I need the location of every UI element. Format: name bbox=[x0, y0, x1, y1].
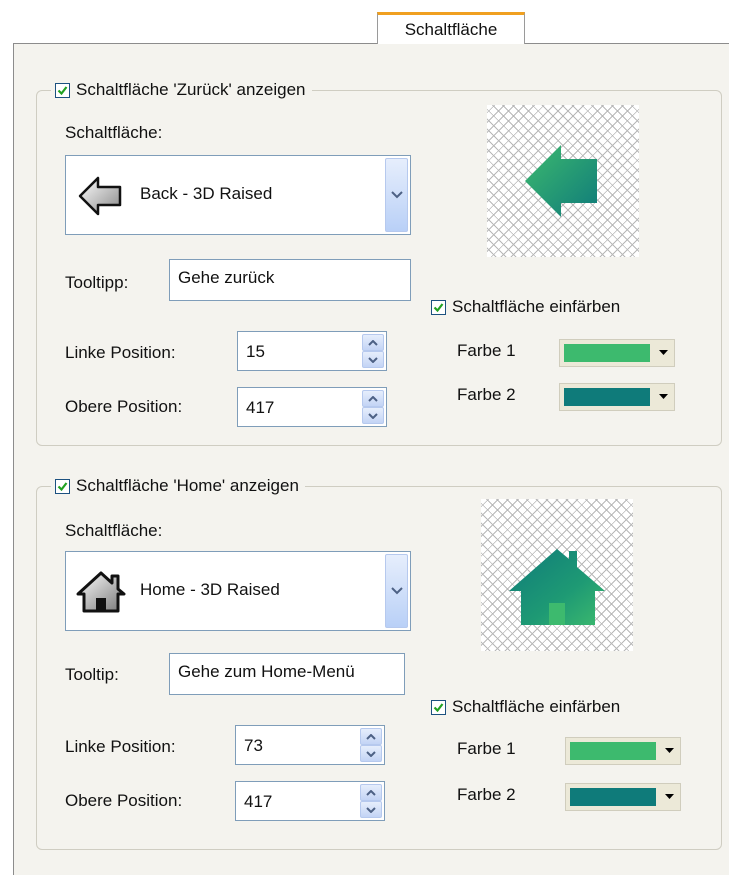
back-left-stepper[interactable]: 15 bbox=[237, 331, 387, 371]
back-tint-label: Schaltfläche einfärben bbox=[452, 297, 621, 316]
color2-swatch bbox=[564, 388, 650, 406]
back-color1-picker[interactable] bbox=[559, 339, 675, 367]
home-color1-picker[interactable] bbox=[565, 737, 681, 765]
back-top-label: Obere Position: bbox=[65, 397, 183, 416]
home-show-checkbox-row[interactable]: Schaltfläche 'Home' anzeigen bbox=[51, 476, 305, 496]
color1-swatch bbox=[570, 742, 656, 760]
caret-down-icon bbox=[659, 350, 668, 355]
back-show-checkbox[interactable] bbox=[55, 82, 70, 98]
back-tooltip-label: Tooltipp: bbox=[65, 273, 129, 292]
spin-down-icon[interactable] bbox=[360, 801, 382, 818]
chevron-down-icon bbox=[390, 587, 403, 595]
home-tint-row[interactable]: Schaltfläche einfärben bbox=[431, 697, 620, 717]
color2-swatch bbox=[570, 788, 656, 806]
tab-label: Schaltfläche bbox=[404, 19, 498, 39]
back-top-value: 417 bbox=[246, 398, 275, 417]
spin-up-icon[interactable] bbox=[362, 390, 384, 407]
spin-down-icon[interactable] bbox=[362, 351, 384, 368]
back-color1-label: Farbe 1 bbox=[457, 341, 516, 360]
back-show-label: Schaltfläche 'Zurück' anzeigen bbox=[76, 80, 306, 99]
home-top-label: Obere Position: bbox=[65, 791, 183, 810]
home-show-label: Schaltfläche 'Home' anzeigen bbox=[76, 476, 299, 495]
home-show-checkbox[interactable] bbox=[55, 478, 70, 494]
home-color2-picker[interactable] bbox=[565, 783, 681, 811]
back-combo-value: Back - 3D Raised bbox=[140, 184, 273, 203]
home-combo-value: Home - 3D Raised bbox=[140, 580, 280, 599]
home-top-stepper[interactable]: 417 bbox=[235, 781, 385, 821]
caret-down-icon bbox=[659, 394, 668, 399]
home-preview bbox=[481, 499, 633, 651]
home-color1-label: Farbe 1 bbox=[457, 739, 516, 758]
back-button-label: Schaltfläche: bbox=[65, 123, 163, 142]
back-color2-picker[interactable] bbox=[559, 383, 675, 411]
home-dropdown-button[interactable] bbox=[385, 554, 408, 628]
back-arrow-preview-icon bbox=[525, 145, 597, 217]
back-tint-checkbox[interactable] bbox=[431, 299, 446, 315]
back-tint-row[interactable]: Schaltfläche einfärben bbox=[431, 297, 620, 317]
home-color2-label: Farbe 2 bbox=[457, 785, 516, 804]
back-button-group: Schaltfläche 'Zurück' anzeigen Schaltflä… bbox=[36, 80, 722, 446]
home-top-value: 417 bbox=[244, 792, 273, 811]
back-preview bbox=[487, 105, 639, 257]
back-button-select[interactable]: Back - 3D Raised bbox=[65, 155, 411, 235]
spin-up-icon[interactable] bbox=[360, 784, 382, 801]
spin-down-icon[interactable] bbox=[362, 407, 384, 424]
home-tooltip-label: Tooltip: bbox=[65, 665, 119, 684]
tab-schaltflaeche[interactable]: Schaltfläche bbox=[377, 12, 525, 44]
back-top-stepper[interactable]: 417 bbox=[237, 387, 387, 427]
home-icon bbox=[74, 570, 128, 619]
home-preview-icon bbox=[509, 549, 605, 625]
home-left-stepper[interactable]: 73 bbox=[235, 725, 385, 765]
back-left-value: 15 bbox=[246, 342, 265, 361]
caret-down-icon bbox=[665, 794, 674, 799]
back-dropdown-button[interactable] bbox=[385, 158, 408, 232]
caret-down-icon bbox=[665, 748, 674, 753]
spin-up-icon[interactable] bbox=[360, 728, 382, 745]
home-button-group: Schaltfläche 'Home' anzeigen Schaltfläch… bbox=[36, 476, 722, 850]
home-tint-checkbox[interactable] bbox=[431, 699, 446, 715]
home-tint-label: Schaltfläche einfärben bbox=[452, 697, 621, 716]
back-tooltip-input[interactable]: Gehe zurück bbox=[169, 259, 411, 301]
home-left-value: 73 bbox=[244, 736, 263, 755]
back-color2-label: Farbe 2 bbox=[457, 385, 516, 404]
home-tooltip-input[interactable]: Gehe zum Home-Menü bbox=[169, 653, 405, 695]
home-button-label: Schaltfläche: bbox=[65, 521, 163, 540]
color1-swatch bbox=[564, 344, 650, 362]
home-button-select[interactable]: Home - 3D Raised bbox=[65, 551, 411, 631]
back-arrow-icon bbox=[78, 176, 122, 221]
back-left-label: Linke Position: bbox=[65, 343, 176, 362]
chevron-down-icon bbox=[390, 191, 403, 199]
spin-up-icon[interactable] bbox=[362, 334, 384, 351]
back-show-checkbox-row[interactable]: Schaltfläche 'Zurück' anzeigen bbox=[51, 80, 312, 100]
home-left-label: Linke Position: bbox=[65, 737, 176, 756]
spin-down-icon[interactable] bbox=[360, 745, 382, 762]
